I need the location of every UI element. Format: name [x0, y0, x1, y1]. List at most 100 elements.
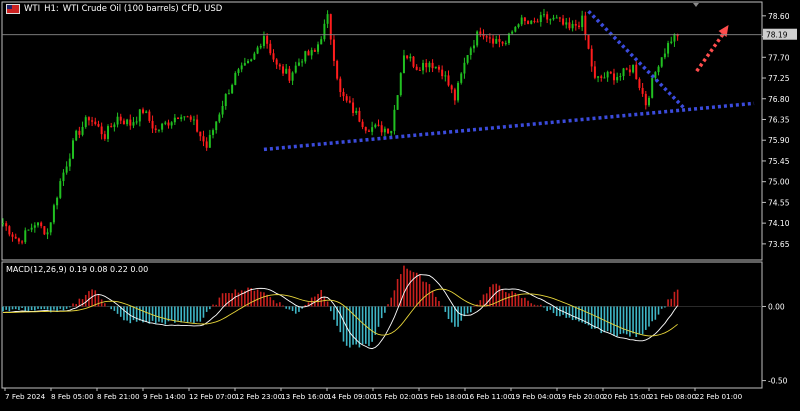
candle-body	[336, 60, 339, 79]
candle-body	[527, 21, 530, 24]
candle-body	[227, 93, 230, 95]
candle-body	[132, 122, 135, 126]
symbol-label: WTI	[24, 4, 41, 14]
candle-body	[472, 45, 475, 49]
candle-body	[463, 62, 466, 74]
candle-body	[469, 48, 472, 56]
candle-body	[33, 225, 36, 228]
candle-body	[399, 73, 402, 96]
candle-body	[558, 17, 561, 19]
support-trendline	[263, 101, 755, 152]
candle-body	[192, 119, 195, 121]
candle-body	[27, 229, 30, 231]
candle-body	[46, 232, 49, 235]
candle-body	[30, 227, 33, 230]
candle-body	[100, 126, 103, 135]
candle-body	[390, 130, 393, 134]
time-tick-label: 20 Feb 15:00	[603, 392, 651, 401]
candle-body	[568, 22, 571, 29]
chart-canvas[interactable]: 78.6078.1577.7077.2576.8076.3575.9075.45…	[0, 0, 800, 407]
candle-body	[387, 128, 390, 134]
candle-body	[444, 75, 447, 77]
candle-body	[2, 223, 4, 225]
candle-body	[603, 77, 606, 79]
candle-body	[533, 20, 536, 22]
candle-body	[492, 38, 495, 44]
candle-body	[345, 96, 348, 101]
candle-body	[364, 127, 367, 131]
candle-body	[422, 62, 425, 71]
candle-body	[409, 56, 412, 59]
candle-body	[21, 241, 24, 243]
candle-body	[574, 23, 577, 26]
candle-body	[609, 71, 612, 74]
candle-body	[14, 236, 17, 239]
candle-body	[562, 18, 565, 25]
candle-body	[218, 114, 221, 122]
candle-body	[138, 109, 141, 122]
candle-body	[304, 51, 307, 62]
candle-body	[371, 127, 374, 132]
candle-body	[434, 66, 437, 69]
candle-body	[393, 109, 396, 131]
candle-body	[670, 41, 673, 44]
candle-body	[282, 66, 285, 74]
price-tick-label: 78.60	[768, 12, 790, 21]
candle-body	[8, 226, 11, 235]
candle-body	[654, 72, 657, 78]
price-tick-label: 74.55	[768, 198, 790, 207]
candle-body	[593, 66, 596, 78]
candle-body	[431, 62, 434, 69]
candle-body	[116, 116, 119, 125]
flag-icon	[6, 4, 20, 14]
time-tick-label: 13 Feb 16:00	[281, 392, 329, 401]
candle-body	[157, 129, 160, 131]
candle-body	[542, 14, 545, 16]
candle-body	[479, 31, 482, 34]
candle-body	[441, 69, 444, 77]
candle-body	[313, 50, 316, 52]
candle-body	[52, 205, 55, 223]
candle-body	[221, 106, 224, 115]
candle-body	[272, 53, 275, 60]
candle-body	[511, 31, 514, 34]
candle-body	[577, 25, 580, 28]
candle-body	[199, 131, 202, 137]
time-tick-label: 14 Feb 09:00	[327, 392, 375, 401]
candle-body	[68, 158, 71, 167]
candle-body	[667, 43, 670, 54]
candle-body	[154, 128, 157, 130]
time-tick-label: 21 Feb 08:00	[649, 392, 697, 401]
time-axis: 7 Feb 2024 8 Feb 05:00 8 Feb 21:00 9 Feb 14…	[4, 388, 743, 401]
time-tick-label: 22 Feb 01:00	[695, 392, 743, 401]
price-tick-label: 77.25	[768, 74, 790, 83]
candle-body	[161, 123, 164, 130]
candle-body	[107, 126, 110, 139]
timeframe-label: H1:	[44, 4, 59, 14]
candle-body	[110, 126, 113, 128]
candle-body	[135, 121, 138, 123]
candle-body	[243, 63, 246, 66]
candle-body	[275, 59, 278, 65]
candle-body	[606, 71, 609, 78]
candle-body	[285, 68, 288, 74]
candle-body	[549, 19, 552, 21]
candle-body	[673, 34, 676, 42]
price-tick-label: 75.90	[768, 136, 790, 145]
candle-body	[253, 53, 256, 60]
candle-body	[339, 78, 342, 93]
price-tick-label: 76.35	[768, 115, 790, 124]
candle-body	[485, 36, 488, 38]
candle-body	[663, 53, 666, 58]
candle-body	[622, 68, 625, 77]
forecast-arrow-shaft	[695, 31, 726, 73]
resistance-trendline	[587, 9, 686, 110]
candle-body	[453, 89, 456, 101]
candle-body	[396, 95, 399, 110]
candle-body	[196, 119, 199, 132]
candle-body	[374, 124, 377, 128]
candle-body	[625, 68, 628, 70]
candle-body	[262, 36, 265, 46]
candle-body	[307, 51, 310, 56]
time-tick-label: 12 Feb 23:00	[235, 392, 283, 401]
